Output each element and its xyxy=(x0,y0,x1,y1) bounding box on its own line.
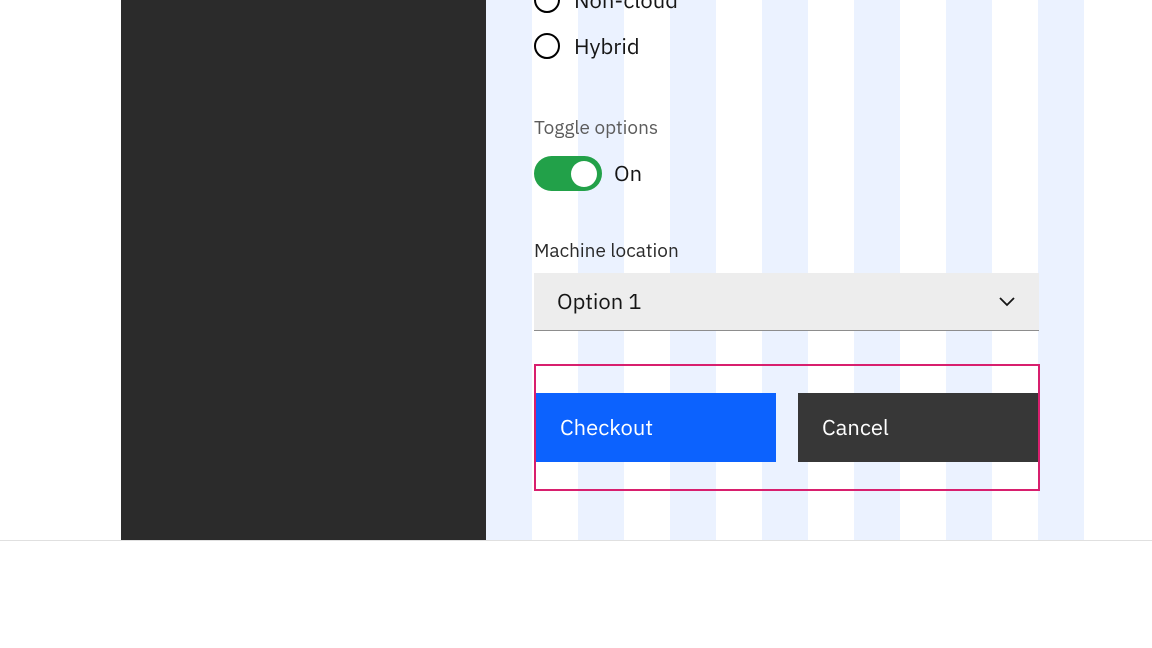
radio-label: Hybrid xyxy=(574,32,640,61)
toggle-section: Toggle options On xyxy=(534,116,1082,191)
toggle-switch[interactable] xyxy=(534,156,602,191)
radio-circle-icon xyxy=(534,0,560,13)
section-label-location: Machine location xyxy=(534,239,1082,263)
radio-option-hybrid[interactable]: Hybrid xyxy=(534,32,1082,60)
location-dropdown[interactable]: Option 1 xyxy=(534,273,1039,331)
chevron-down-icon xyxy=(997,292,1017,312)
toggle-state-label: On xyxy=(614,159,642,188)
location-section: Machine location Option 1 xyxy=(534,239,1082,331)
radio-label: Non-cloud xyxy=(574,0,678,15)
toggle-row: On xyxy=(534,156,1082,191)
main-panel: Non-cloud Hybrid Toggle options On Machi… xyxy=(486,0,1130,540)
form-content: Non-cloud Hybrid Toggle options On Machi… xyxy=(486,0,1130,491)
dropdown-selected-value: Option 1 xyxy=(557,287,642,316)
cancel-button[interactable]: Cancel xyxy=(798,393,1038,462)
app-window: Non-cloud Hybrid Toggle options On Machi… xyxy=(121,0,1130,540)
section-label-toggle: Toggle options xyxy=(534,116,1082,140)
button-label: Checkout xyxy=(560,413,653,442)
sidebar-panel xyxy=(121,0,486,540)
button-group-highlight: Checkout Cancel xyxy=(534,364,1040,491)
radio-option-non-cloud[interactable]: Non-cloud xyxy=(534,0,1082,14)
checkout-button[interactable]: Checkout xyxy=(536,393,776,462)
radio-circle-icon xyxy=(534,33,560,59)
toggle-knob xyxy=(571,161,597,187)
button-label: Cancel xyxy=(822,413,889,442)
divider xyxy=(0,540,1152,541)
